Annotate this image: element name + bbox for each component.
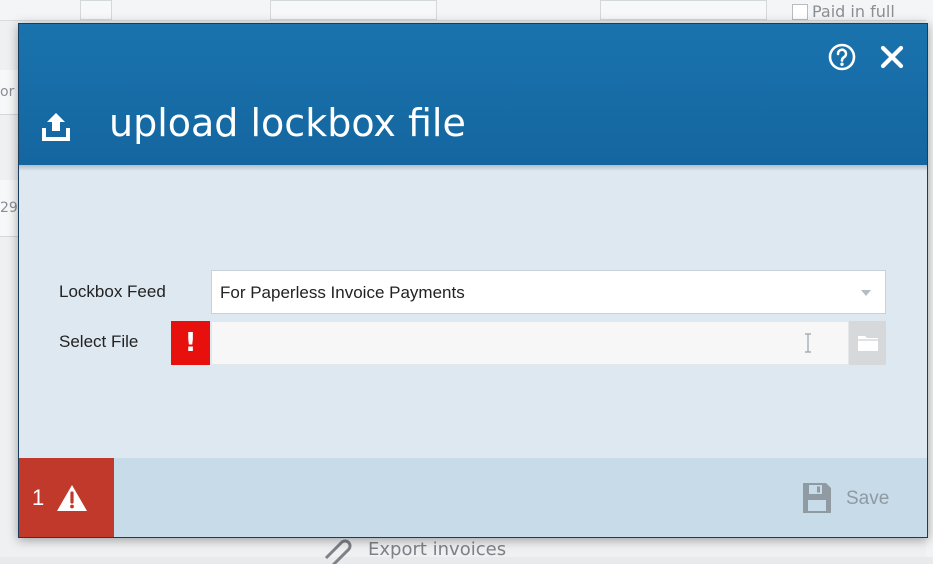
dialog-header: upload lockbox file bbox=[19, 24, 927, 171]
warning-triangle-icon bbox=[57, 485, 87, 511]
lockbox-feed-value: For Paperless Invoice Payments bbox=[220, 283, 465, 302]
validation-warning-button[interactable]: 1 bbox=[19, 458, 114, 537]
background-fragment: or bbox=[0, 84, 15, 100]
paid-in-full-label: Paid in full bbox=[812, 2, 895, 21]
help-circle-icon[interactable] bbox=[827, 42, 857, 72]
select-file-label: Select File bbox=[59, 332, 139, 351]
required-error-icon: ! bbox=[171, 321, 210, 365]
upload-lockbox-dialog: upload lockbox file Lockbox Feed For Pap… bbox=[18, 23, 928, 538]
paperclip-icon bbox=[324, 539, 352, 564]
dropdown-arrow-icon bbox=[861, 290, 871, 296]
export-invoices-label: Export invoices bbox=[368, 538, 507, 560]
upload-icon bbox=[42, 113, 70, 141]
save-button[interactable]: Save bbox=[802, 478, 912, 518]
close-icon[interactable] bbox=[877, 42, 907, 72]
background-fragment: 29 bbox=[0, 200, 18, 216]
lockbox-feed-select[interactable]: For Paperless Invoice Payments bbox=[211, 270, 886, 314]
paid-in-full-checkbox[interactable] bbox=[792, 4, 808, 20]
background-cell bbox=[600, 0, 767, 20]
select-file-input[interactable] bbox=[211, 321, 849, 365]
background-cell bbox=[80, 0, 112, 20]
export-invoices-link[interactable]: Export invoices bbox=[318, 534, 506, 564]
save-label: Save bbox=[846, 488, 890, 509]
browse-file-button[interactable] bbox=[849, 321, 886, 365]
save-icon bbox=[803, 483, 831, 513]
lockbox-feed-label: Lockbox Feed bbox=[59, 282, 166, 301]
dialog-footer: 1 Save bbox=[19, 458, 927, 537]
folder-icon bbox=[858, 336, 878, 351]
warning-count: 1 bbox=[32, 485, 45, 510]
text-cursor-icon bbox=[805, 333, 811, 353]
dialog-title: upload lockbox file bbox=[109, 101, 466, 145]
background-cell bbox=[270, 0, 437, 20]
